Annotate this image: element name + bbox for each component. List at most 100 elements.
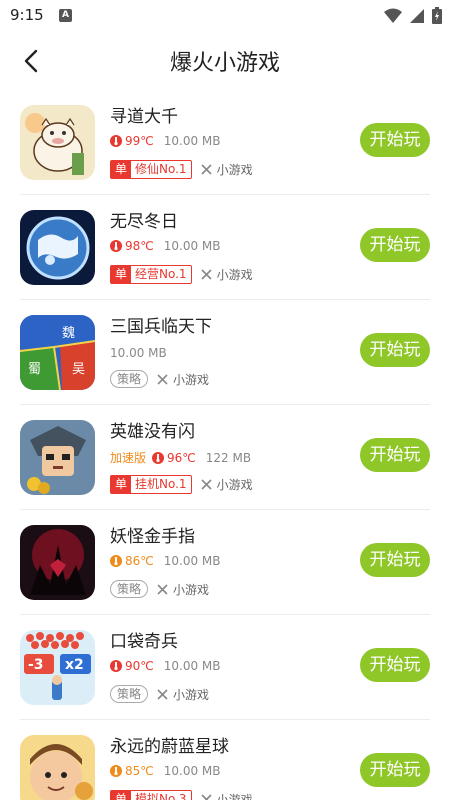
game-tags: 策略 小游戏 [110, 580, 209, 598]
battery-icon [432, 7, 442, 24]
thermometer-icon [152, 451, 165, 464]
rank-text: 挂机No.1 [135, 477, 187, 491]
list-item[interactable]: -3 x2 口袋奇兵 90℃ 10.00 MB 策略 小游戏 开始玩 [20, 615, 430, 720]
thermometer-icon [110, 135, 122, 147]
game-tags: 单模拟No.3 小游戏 [110, 790, 253, 800]
wifi-icon [384, 8, 402, 23]
game-name: 妖怪金手指 [110, 527, 195, 547]
rank-text: 模拟No.3 [135, 792, 187, 800]
mini-game-tag: 小游戏 [156, 581, 209, 598]
game-tags: 单修仙No.1 小游戏 [110, 160, 253, 179]
thermometer-icon [110, 555, 122, 567]
rank-tag: 单修仙No.1 [110, 160, 192, 179]
game-icon-weilan [20, 735, 95, 800]
mini-game-tag: 小游戏 [200, 476, 253, 493]
mini-game-tag: 小游戏 [200, 161, 253, 178]
heat-value: 99℃ [125, 134, 154, 148]
game-meta: 86℃ 10.00 MB [110, 554, 221, 568]
heat-value: 86℃ [125, 554, 154, 568]
game-tags: 单挂机No.1 小游戏 [110, 475, 253, 494]
game-icon-wujin [20, 210, 95, 285]
heat-value: 98℃ [125, 239, 154, 253]
game-icon-xundao [20, 105, 95, 180]
rank-text: 经营No.1 [135, 267, 187, 281]
rank-text: 修仙No.1 [135, 162, 187, 176]
start-play-button[interactable]: 开始玩 [360, 753, 430, 787]
heat-indicator: 90℃ [110, 659, 154, 673]
category-tag: 策略 [110, 685, 149, 703]
heat-indicator: 86℃ [110, 554, 154, 568]
start-play-button[interactable]: 开始玩 [360, 333, 430, 367]
file-size: 122 MB [205, 450, 252, 465]
kingdom-shu: 蜀 [28, 362, 41, 377]
status-time: 9:15 [10, 6, 44, 24]
accelerated-version-label: 加速版 [110, 451, 147, 465]
list-item[interactable]: 英雄没有闪 加速版 96℃ 122 MB 单挂机No.1 小游戏 开始玩 [20, 405, 430, 510]
wrench-icon [200, 269, 212, 280]
start-play-button[interactable]: 开始玩 [360, 648, 430, 682]
wrench-icon [157, 583, 168, 595]
heat-value: 90℃ [125, 659, 154, 673]
game-icon-sanguo: 魏 蜀 吴 [20, 315, 95, 390]
file-size: 10.00 MB [163, 764, 221, 778]
icon-minus3: -3 [28, 657, 44, 673]
category-tag: 策略 [110, 580, 149, 598]
game-icon-yaoguai [20, 525, 95, 600]
heat-value: 96℃ [167, 450, 196, 465]
wrench-icon [200, 794, 212, 800]
mini-game-label: 小游戏 [216, 793, 253, 800]
file-size: 10.00 MB [163, 554, 221, 568]
heat-indicator: 96℃ [152, 451, 196, 465]
game-meta: 加速版 96℃ 122 MB [110, 449, 251, 466]
kingdom-wei: 魏 [62, 326, 75, 341]
game-meta: 10.00 MB [110, 346, 167, 360]
heat-indicator: 98℃ [110, 239, 154, 253]
wrench-icon [157, 688, 168, 700]
heat-indicator: 99℃ [110, 134, 154, 148]
mini-game-label: 小游戏 [173, 372, 210, 387]
game-tags: 单经营No.1 小游戏 [110, 265, 253, 284]
icon-x2: x2 [65, 657, 84, 673]
list-item[interactable]: 妖怪金手指 86℃ 10.00 MB 策略 小游戏 开始玩 [20, 510, 430, 615]
status-bar: 9:15 A [0, 0, 450, 32]
list-item[interactable]: 魏 蜀 吴 三国兵临天下 10.00 MB 策略 小游戏 开始玩 [20, 300, 430, 405]
mini-game-tag: 小游戏 [156, 686, 209, 703]
category-tag: 策略 [110, 370, 149, 388]
game-name: 永远的蔚蓝星球 [110, 737, 229, 757]
start-play-button[interactable]: 开始玩 [360, 228, 430, 262]
rank-badge: 单 [111, 476, 131, 493]
list-item[interactable]: 寻道大千 99℃ 10.00 MB 单修仙No.1 小游戏 开始玩 [20, 90, 430, 195]
game-tags: 策略 小游戏 [110, 370, 209, 388]
game-icon-yingxiong [20, 420, 95, 495]
list-item[interactable]: 永远的蔚蓝星球 85℃ 10.00 MB 单模拟No.3 小游戏 开始玩 [20, 720, 430, 800]
game-icon-koudai: -3 x2 [20, 630, 95, 705]
app-header: 爆火小游戏 [0, 32, 450, 88]
list-item[interactable]: 无尽冬日 98℃ 10.00 MB 单经营No.1 小游戏 开始玩 [20, 195, 430, 300]
rank-badge: 单 [111, 161, 131, 178]
game-name: 英雄没有闪 [110, 422, 195, 442]
thermometer-icon [110, 240, 122, 252]
wrench-icon [200, 164, 212, 175]
game-name: 寻道大千 [110, 107, 178, 127]
game-meta: 85℃ 10.00 MB [110, 764, 221, 778]
game-list: 寻道大千 99℃ 10.00 MB 单修仙No.1 小游戏 开始玩 无尽冬日 9… [0, 90, 450, 800]
start-play-button[interactable]: 开始玩 [360, 123, 430, 157]
signal-icon [410, 8, 424, 23]
notification-icon: A [59, 9, 72, 22]
game-meta: 90℃ 10.00 MB [110, 659, 221, 673]
file-size: 10.00 MB [163, 239, 221, 253]
file-size: 10.00 MB [163, 659, 221, 673]
rank-tag: 单经营No.1 [110, 265, 192, 284]
page-title: 爆火小游戏 [169, 51, 280, 76]
game-meta: 99℃ 10.00 MB [110, 134, 221, 148]
rank-tag: 单模拟No.3 [110, 790, 192, 800]
mini-game-label: 小游戏 [173, 582, 210, 597]
wrench-icon [157, 373, 168, 385]
start-play-button[interactable]: 开始玩 [360, 438, 430, 472]
mini-game-tag: 小游戏 [200, 791, 253, 800]
mini-game-label: 小游戏 [216, 268, 253, 282]
system-icons [384, 7, 442, 24]
thermometer-icon [110, 765, 122, 777]
start-play-button[interactable]: 开始玩 [360, 543, 430, 577]
rank-badge: 单 [111, 791, 131, 800]
